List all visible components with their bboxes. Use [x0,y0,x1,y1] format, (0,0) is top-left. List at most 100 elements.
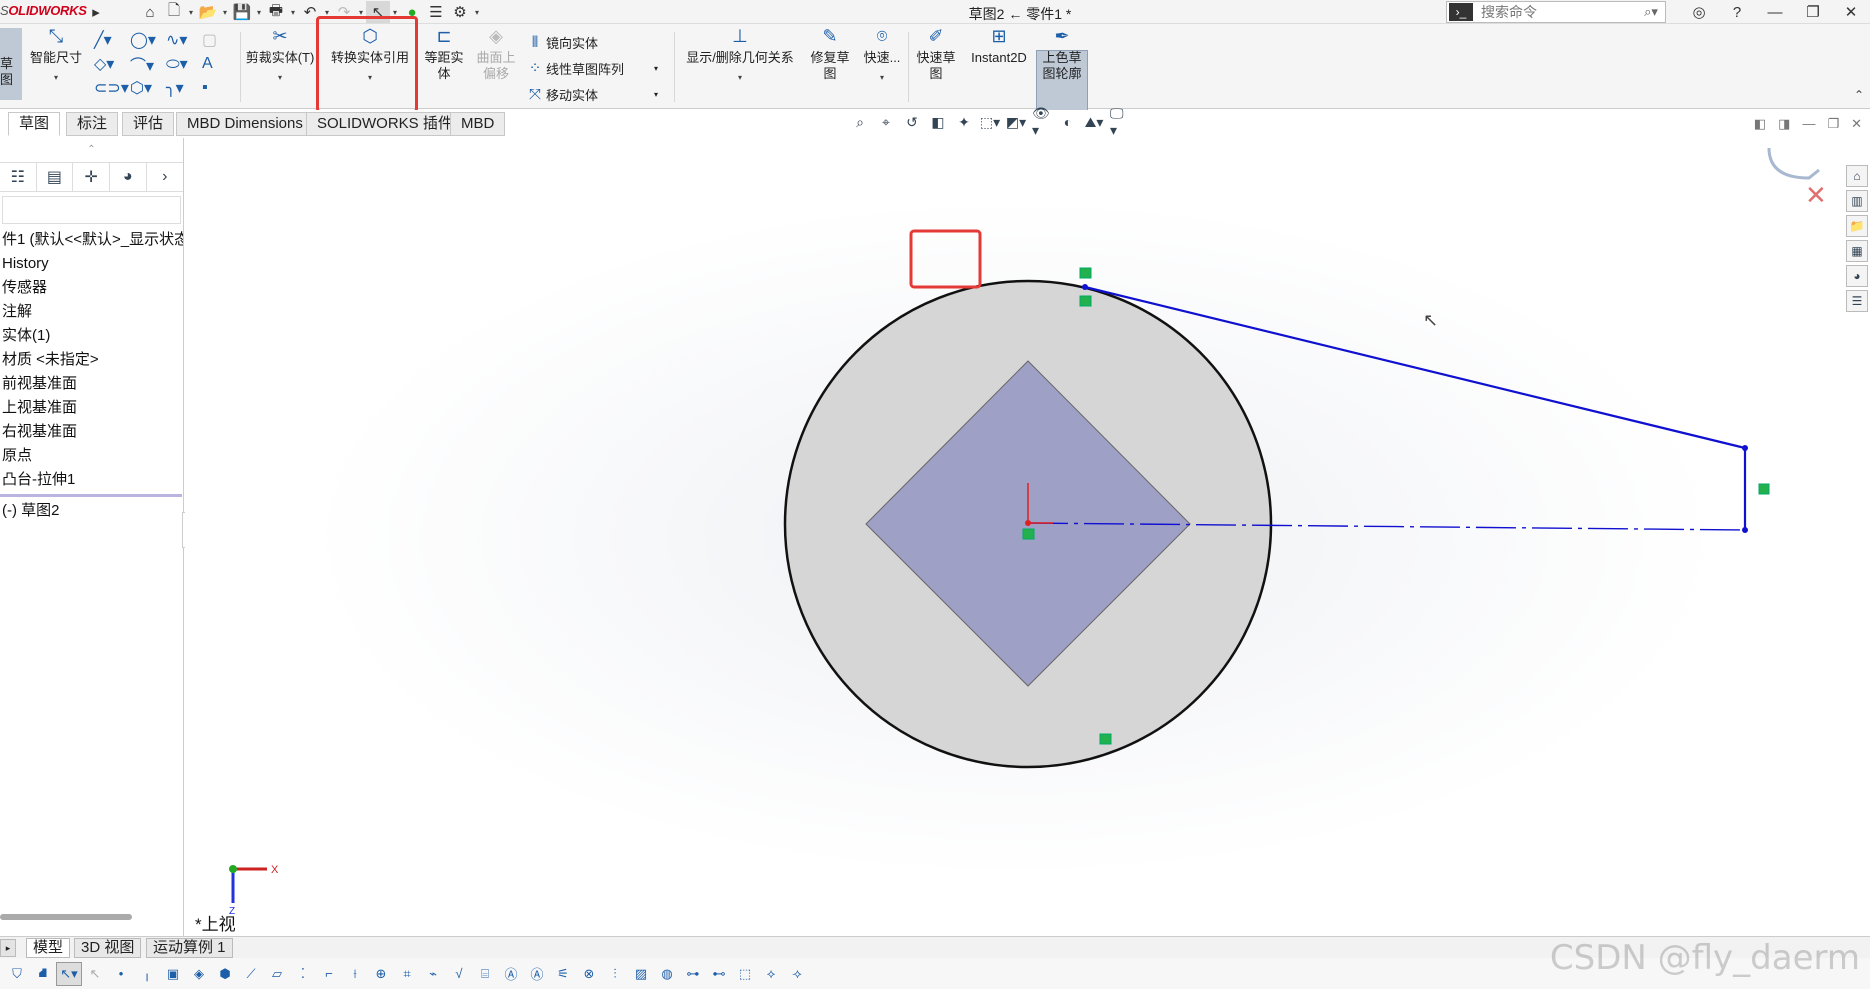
tree-item-history[interactable]: History [0,252,183,276]
tab-mbd[interactable]: MBD [450,112,506,136]
custom-properties-icon[interactable]: ☰ [1846,290,1868,312]
view-settings-icon[interactable]: 🖵▾ [1110,105,1130,138]
model-canvas[interactable]: X Z ✕ [185,138,1844,938]
edit-appearance-icon[interactable]: ◐ [1058,112,1078,132]
display-delete-relations-button[interactable]: ⊥ 显示/删除几何关系 ▾ [678,27,802,86]
exit-sketch-icon[interactable] [1767,147,1820,180]
tree-item-sensors[interactable]: 传感器 [0,276,183,300]
tree-item-solid-bodies[interactable]: 实体(1) [0,324,183,348]
open-folder-icon[interactable]: 📂 [196,1,220,23]
configuration-manager-tab-icon[interactable]: ✛ [73,163,110,191]
apply-scene-icon[interactable]: ⛰▾ [1084,112,1104,132]
file-properties-icon[interactable]: ☰ [424,1,448,23]
tree-item-right-plane[interactable]: 右视基准面 [0,420,183,444]
filter-surface-bodies-icon[interactable]: ◈ [186,962,212,986]
tree-item-top-plane[interactable]: 上视基准面 [0,396,183,420]
filter-blocks-icon[interactable]: ▨ [628,962,654,986]
tab-markup[interactable]: 标注 [66,112,119,136]
coincident-relation-icon[interactable] [1079,295,1092,307]
mirror-entities-button[interactable]: ⫴ 镜向实体 [524,30,598,54]
tab-3d-views[interactable]: 3D 视图 [74,938,142,958]
ellipse-icon[interactable]: ⬭▾ [166,54,202,74]
relations-dropdown-icon[interactable]: ▾ [738,70,742,86]
linear-pattern-button[interactable]: ⁘ 线性草图阵列 ▾ [524,56,658,80]
filter-surface-finish-icon[interactable]: √ [446,962,472,986]
new-file-icon[interactable]: 🗋 [162,1,186,23]
options-dropdown-icon[interactable]: ▾ [472,8,482,17]
design-library-icon[interactable]: ▥ [1846,190,1868,212]
filter-mesh-edges-icon[interactable]: ⟡ [758,962,784,986]
move-entities-button[interactable]: ⤧ 移动实体 ▾ [524,82,658,106]
rectangle-icon[interactable]: ◇▾ [94,54,130,74]
close-icon[interactable]: ✕ [1832,0,1870,24]
select-other-icon[interactable]: ↖ [82,962,108,986]
clear-filters-icon[interactable]: ⛘ [30,962,56,986]
polygon-icon[interactable]: ⬡▾ [130,78,166,98]
text-icon[interactable]: A [202,55,238,73]
shaded-sketch-contours-button[interactable]: ✒ 上色草图轮廓 [1036,27,1088,82]
search-input[interactable]: 搜索命令 [1473,2,1637,22]
instant2d-button[interactable]: ⊞ Instant2D [964,27,1034,66]
fillet-icon[interactable]: ╮▾ [166,78,202,98]
tab-motion-study[interactable]: 运动算例 1 [146,938,233,958]
view-orientation-icon[interactable]: ⬚▾ [980,112,1000,132]
filter-solid-bodies-icon[interactable]: ⬢ [212,962,238,986]
filter-routing-points-icon[interactable]: ⊷ [706,962,732,986]
viewport-restore-icon[interactable]: ❐ [1827,116,1839,132]
filter-sketch-segments-icon[interactable]: ⌐ [316,962,342,986]
filter-planes-icon[interactable]: ▱ [264,962,290,986]
zoom-to-area-icon[interactable]: ⌖ [876,112,896,132]
solidworks-resources-icon[interactable]: ⌂ [1846,165,1868,187]
tab-model[interactable]: 模型 [26,938,71,958]
tree-item-front-plane[interactable]: 前视基准面 [0,372,183,396]
filter-mesh-facets-icon[interactable]: ⬚ [732,962,758,986]
filter-weld-symbols-icon[interactable]: ⚟ [550,962,576,986]
quick-snaps-dropdown-icon[interactable]: ▾ [880,70,884,86]
graphics-area[interactable]: X Z ✕ *上视 ↖ [185,138,1844,938]
rollback-bar[interactable] [0,494,182,497]
search-magnifier-icon[interactable]: ⌕▾ [1637,4,1665,20]
tab-sketch[interactable]: 草图 [8,112,61,136]
feature-manager-tab-icon[interactable]: ☷ [0,163,37,191]
appearances-icon[interactable]: ◕ [1846,265,1868,287]
more-tabs-icon[interactable]: › [147,163,184,191]
search-box[interactable]: ›_ 搜索命令 ⌕▾ [1446,1,1666,23]
print-icon[interactable]: 🖶 [264,1,288,23]
tab-mbd-dimensions[interactable]: MBD Dimensions [176,112,314,136]
tree-root-part[interactable]: 件1 (默认<<默认>_显示状态 [0,228,183,252]
home-icon[interactable]: ⌂ [138,1,162,23]
view-palette-icon[interactable]: ▦ [1846,240,1868,262]
quick-snaps-button[interactable]: ⌾ 快速... ▾ [858,27,906,86]
filter-axes-icon[interactable]: ⟋ [238,962,264,986]
filter-notes-icon[interactable]: Ⓐ [498,962,524,986]
save-dropdown-icon[interactable]: ▾ [254,8,264,17]
trim-entities-button[interactable]: ✂ 剪裁实体(T) ▾ [244,27,316,86]
origin-point-icon[interactable] [1025,520,1031,526]
filter-connection-points-icon[interactable]: ⊶ [680,962,706,986]
new-dropdown-icon[interactable]: ▾ [186,8,196,17]
filter-edges-icon[interactable]: ╷ [134,962,160,986]
collapse-ribbon-icon[interactable]: ⌃ [1854,88,1864,102]
tab-scroll-left-icon[interactable]: ▸ [0,939,16,957]
minimize-icon[interactable]: — [1756,0,1794,24]
save-icon[interactable]: 💾 [230,1,254,23]
tree-item-origin[interactable]: 原点 [0,444,183,468]
sketch-endpoint[interactable] [1742,527,1748,533]
point-icon[interactable]: ▪ [202,79,238,97]
dynamic-annotation-icon[interactable]: ✦ [954,112,974,132]
expand-menu-icon[interactable]: ▸ [84,1,108,23]
move-dropdown-icon[interactable]: ▾ [654,90,658,99]
smart-dimension-dropdown-icon[interactable]: ▾ [54,70,58,86]
viewport-minimize-icon[interactable]: — [1802,116,1815,132]
origin-relation-icon[interactable] [1022,528,1035,540]
tree-item-annotations[interactable]: 注解 [0,300,183,324]
display-style-icon[interactable]: ◩▾ [1006,112,1026,132]
panel-left-icon[interactable]: ◧ [1754,116,1766,132]
filter-cosmetic-threads-icon[interactable]: ⫶ [602,962,628,986]
spline-icon[interactable]: ∿▾ [166,30,202,50]
panel-right-icon[interactable]: ◨ [1778,116,1790,132]
hide-show-items-icon[interactable]: 👁▾ [1032,105,1052,138]
trim-dropdown-icon[interactable]: ▾ [278,70,282,86]
options-gear-icon[interactable]: ⚙ [448,1,472,23]
tree-item-boss-extrude[interactable]: 凸台-拉伸1 [0,468,183,492]
